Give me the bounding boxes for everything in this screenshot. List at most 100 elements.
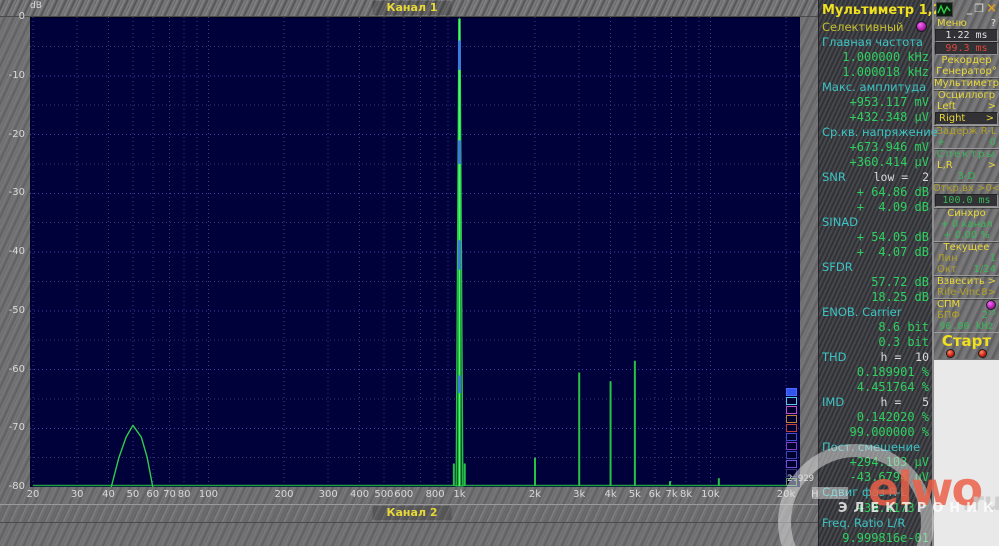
menu-item[interactable]: + 0.00 %: [934, 230, 999, 241]
menu-item[interactable]: Спектры: [934, 148, 999, 160]
menu-item[interactable]: Right>: [935, 112, 998, 125]
menu-item-label: Взвесить: [937, 276, 985, 287]
measurement-value-text: 4.451764 %: [857, 380, 929, 394]
menu-item[interactable]: + 0 канал: [934, 219, 999, 230]
measurements-title: Мультиметр 1,2: [822, 3, 942, 18]
menu-item[interactable]: 99.3 ms: [935, 42, 998, 55]
x-tick-label: 60: [146, 489, 159, 500]
x-tick-label: 100: [199, 489, 218, 500]
x-axis: Hz 203040506070801002003004005006008001k…: [30, 487, 830, 503]
menu-item-label: Откр.вх >0<: [933, 183, 999, 194]
measurement-value-text: + 64.86 dB: [857, 185, 929, 199]
x-tick-label: 70: [163, 489, 176, 500]
menu-item[interactable]: Rife-Vinc8>: [934, 287, 999, 298]
measurement-label: Freq. Ratio L/R: [822, 515, 929, 530]
measurement-label-text: Сдвиг фаз R-L: [822, 485, 907, 499]
measurement-value-text: +432.348 µV: [850, 110, 929, 124]
spectrum-plot[interactable]: [30, 17, 800, 487]
menu-item-label: 100.0 ms: [942, 195, 990, 206]
menu-item[interactable]: Взвесить>: [934, 275, 999, 287]
y-tick-label: -30: [1, 187, 25, 198]
measurement-label-text: Главная частота: [822, 35, 923, 49]
menu-item[interactable]: Текущее: [934, 241, 999, 253]
measurement-value-text: 18.25 dB: [871, 290, 929, 304]
app-window: dB Канал 1 0-10-20-30-40-50-60-70-80 2.9…: [0, 0, 999, 546]
trace-color-palette: [786, 388, 798, 486]
maximize-button[interactable]: ❐: [974, 4, 984, 14]
menu-item-label: Рекордер: [941, 55, 991, 66]
palette-swatch[interactable]: [786, 442, 797, 450]
minimize-button[interactable]: _: [967, 4, 973, 14]
measurement-value-text: +953.117 mV: [850, 95, 929, 109]
menu-item-label: Осциллогр: [938, 90, 995, 101]
palette-swatch[interactable]: [786, 388, 797, 396]
led-red-left-icon: [946, 349, 955, 358]
channel1-header: dB Канал 1: [0, 0, 818, 17]
start-leds: [934, 349, 999, 358]
measurement-value-text: 0.3 bit: [878, 335, 929, 349]
measurement-label-text: Макс. амплитуда: [822, 80, 926, 94]
measurement-rows: СелективныйГлавная частота1.000000 kHz1.…: [822, 19, 929, 545]
menu-item[interactable]: L,R>: [934, 160, 999, 171]
palette-swatch[interactable]: [786, 397, 797, 405]
menu-item[interactable]: 100.0 ms: [935, 194, 998, 207]
measurement-value: +953.117 mV: [822, 94, 929, 109]
menu-item-value: >: [988, 101, 996, 112]
x-tick-label: 20: [27, 489, 40, 500]
x-tick-label: 8k: [680, 489, 692, 500]
menu-item-label: L,R: [937, 160, 953, 171]
measurement-label: ENOB. Carrier: [822, 305, 929, 320]
menu-item-label: БПФ: [937, 310, 960, 321]
menu-item[interactable]: Задерж R-L: [934, 125, 999, 137]
y-tick-label: -10: [1, 70, 25, 81]
measurements-panel: Мультиметр 1,2 ? СелективныйГлавная част…: [818, 0, 933, 546]
measurement-value: 9.999816e-01: [822, 530, 929, 545]
palette-swatch[interactable]: [786, 433, 797, 441]
menu-item[interactable]: Осциллогр: [934, 89, 999, 101]
menu-item[interactable]: Откр.вх >0<: [934, 182, 999, 194]
measurement-value-text: 1.000018 kHz: [842, 65, 929, 79]
menu-item[interactable]: 1.22 ms: [935, 29, 998, 42]
channel2-header: Канал 2: [0, 504, 818, 523]
palette-swatch[interactable]: [786, 424, 797, 432]
measurement-value-text: +39.4173 °: [857, 501, 929, 515]
menu-item[interactable]: Меню?: [934, 18, 999, 29]
menu-item[interactable]: +0: [934, 137, 999, 148]
measurement-label-text: Пост. смещение: [822, 440, 920, 454]
menu-item[interactable]: Лин1: [934, 253, 999, 264]
menu-item[interactable]: Синхро: [934, 207, 999, 219]
menu-item[interactable]: Left >: [934, 101, 999, 112]
palette-swatch[interactable]: [786, 460, 797, 468]
menu-item[interactable]: БПФ2¹⁵: [934, 310, 999, 321]
menu-item[interactable]: Рекордер: [934, 55, 999, 66]
menu-item-label: СПМ: [937, 299, 960, 310]
spm-led-icon: [986, 300, 996, 310]
close-button[interactable]: ×: [986, 4, 997, 14]
measurement-label-text: ENOB. Carrier: [822, 305, 901, 319]
menu-rows: Меню?1.22 ms99.3 msРекордерГенератор°Мул…: [934, 18, 999, 332]
palette-swatch[interactable]: [786, 415, 797, 423]
menu-item[interactable]: Мультиметр: [934, 77, 999, 89]
start-button[interactable]: Старт: [934, 332, 999, 359]
x-tick-label: 10k: [701, 489, 720, 500]
x-tick-label: 40: [102, 489, 115, 500]
cursor-readout: 2.929: [787, 474, 814, 484]
measurement-value-text: +360.414 µV: [850, 155, 929, 169]
menu-item-label: Left: [937, 101, 956, 112]
x-tick-label: 800: [426, 489, 445, 500]
menu-item[interactable]: СПМ: [934, 298, 999, 310]
db-axis-unit: dB: [30, 1, 42, 11]
palette-swatch[interactable]: [786, 451, 797, 459]
menu-item-value: 1: [990, 253, 996, 264]
menu-item[interactable]: Окт1/24: [934, 264, 999, 275]
menu-item[interactable]: Генератор°: [934, 66, 999, 77]
menu-item[interactable]: 96.00 kHz: [934, 321, 999, 332]
y-tick-label: -70: [1, 422, 25, 433]
measurement-value: +673.946 mV: [822, 139, 929, 154]
menu-item-label: Меню: [937, 18, 967, 29]
measurement-value: +294.103 µV: [822, 455, 929, 470]
palette-swatch[interactable]: [786, 406, 797, 414]
menu-item[interactable]: 3-D: [934, 171, 999, 182]
measurement-value-text: +673.946 mV: [850, 140, 929, 154]
measurement-label-text: SFDR: [822, 260, 853, 274]
